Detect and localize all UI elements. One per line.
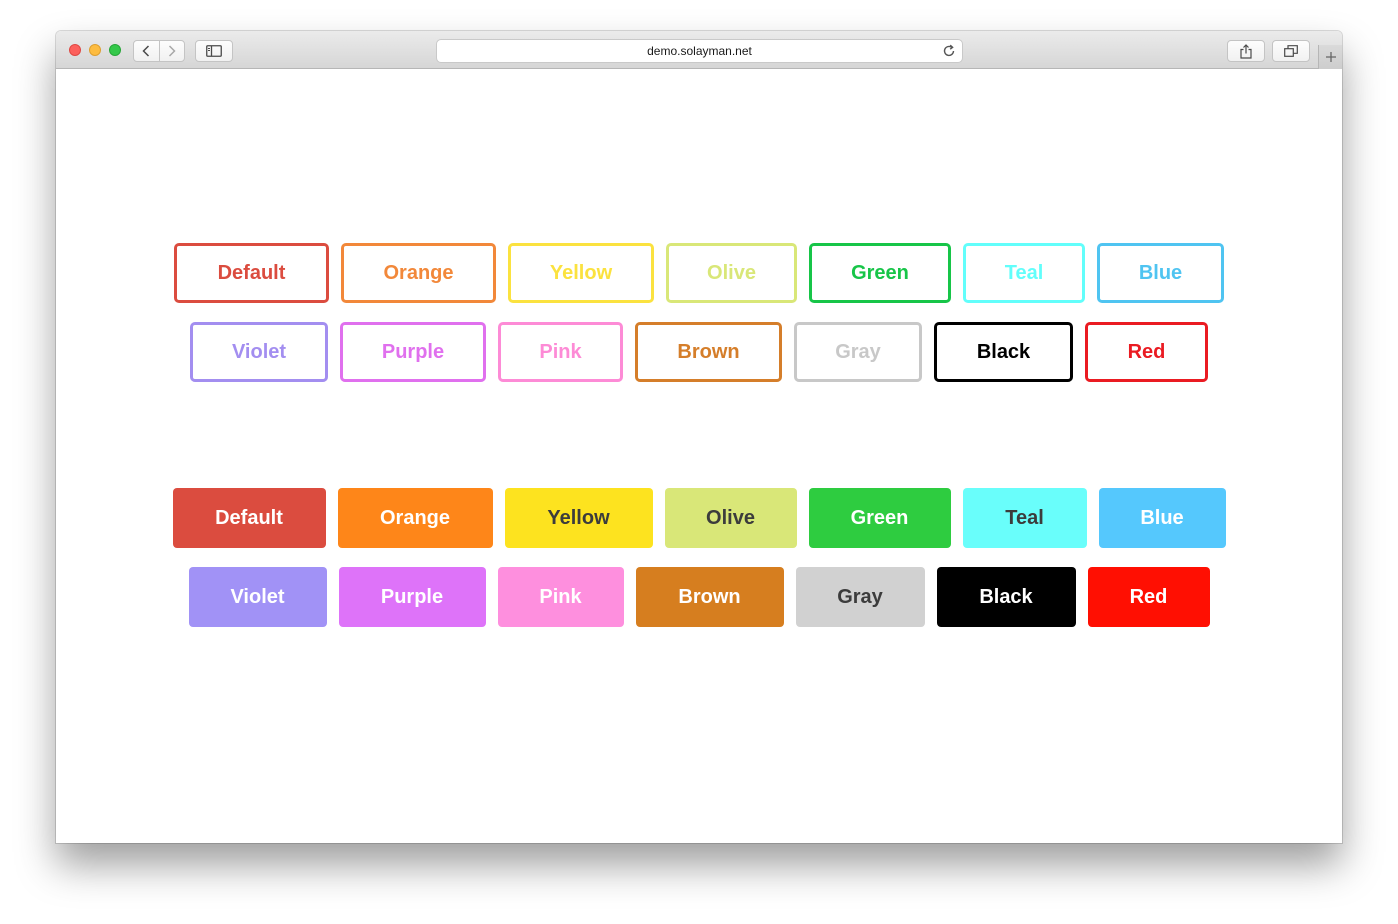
chevron-left-icon bbox=[142, 45, 150, 57]
filled-buttons-row-2: Violet Purple Pink Brown Gray Black Red bbox=[56, 567, 1342, 627]
outline-button-default[interactable]: Default bbox=[174, 243, 329, 303]
outline-button-orange[interactable]: Orange bbox=[341, 243, 496, 303]
outline-button-brown[interactable]: Brown bbox=[635, 322, 782, 382]
filled-buttons-row-1: Default Orange Yellow Olive Green Teal Blue bbox=[56, 488, 1342, 548]
outline-button-olive[interactable]: Olive bbox=[666, 243, 797, 303]
url-text: demo.solayman.net bbox=[647, 44, 752, 58]
filled-button-teal[interactable]: Teal bbox=[962, 488, 1087, 548]
filled-button-pink[interactable]: Pink bbox=[497, 567, 624, 627]
outline-buttons-row-1: Default Orange Yellow Olive Green Teal Blue bbox=[56, 243, 1342, 303]
browser-window: demo.solayman.net Default Orange Yellow Oli… bbox=[56, 31, 1342, 843]
filled-button-red[interactable]: Red bbox=[1087, 567, 1210, 627]
back-button[interactable] bbox=[134, 41, 159, 61]
filled-button-purple[interactable]: Purple bbox=[338, 567, 486, 627]
forward-button[interactable] bbox=[158, 41, 185, 61]
sidebar-toggle-button[interactable] bbox=[195, 40, 233, 62]
minimize-window-button[interactable] bbox=[89, 44, 101, 56]
address-bar[interactable]: demo.solayman.net bbox=[436, 39, 963, 63]
tabs-icon bbox=[1284, 45, 1298, 57]
outline-button-yellow[interactable]: Yellow bbox=[508, 243, 654, 303]
plus-icon bbox=[1325, 52, 1336, 62]
share-icon bbox=[1240, 43, 1252, 59]
filled-button-black[interactable]: Black bbox=[936, 567, 1076, 627]
zoom-window-button[interactable] bbox=[109, 44, 121, 56]
chevron-right-icon bbox=[168, 45, 176, 57]
filled-button-brown[interactable]: Brown bbox=[635, 567, 784, 627]
outline-button-teal[interactable]: Teal bbox=[963, 243, 1085, 303]
close-window-button[interactable] bbox=[69, 44, 81, 56]
reload-icon[interactable] bbox=[942, 44, 956, 58]
sidebar-icon bbox=[206, 45, 222, 57]
outline-buttons-row-2: Violet Purple Pink Brown Gray Black Red bbox=[56, 322, 1342, 382]
filled-button-blue[interactable]: Blue bbox=[1098, 488, 1226, 548]
outline-button-green[interactable]: Green bbox=[809, 243, 951, 303]
outline-button-gray[interactable]: Gray bbox=[794, 322, 922, 382]
outline-button-red[interactable]: Red bbox=[1085, 322, 1208, 382]
outline-button-black[interactable]: Black bbox=[934, 322, 1073, 382]
browser-toolbar: demo.solayman.net bbox=[56, 31, 1342, 69]
filled-button-orange[interactable]: Orange bbox=[337, 488, 493, 548]
filled-button-gray[interactable]: Gray bbox=[795, 567, 925, 627]
filled-button-olive[interactable]: Olive bbox=[664, 488, 797, 548]
outline-button-pink[interactable]: Pink bbox=[498, 322, 623, 382]
outline-button-violet[interactable]: Violet bbox=[190, 322, 328, 382]
outline-button-blue[interactable]: Blue bbox=[1097, 243, 1224, 303]
filled-button-yellow[interactable]: Yellow bbox=[504, 488, 653, 548]
navigation-buttons bbox=[133, 40, 185, 62]
tab-overview-button[interactable] bbox=[1272, 40, 1310, 62]
filled-button-violet[interactable]: Violet bbox=[188, 567, 327, 627]
outline-button-purple[interactable]: Purple bbox=[340, 322, 486, 382]
filled-button-default[interactable]: Default bbox=[172, 488, 326, 548]
share-button[interactable] bbox=[1227, 40, 1265, 62]
filled-button-green[interactable]: Green bbox=[808, 488, 951, 548]
page-content: Default Orange Yellow Olive Green Teal Blue Vi… bbox=[56, 69, 1342, 843]
new-tab-button[interactable] bbox=[1318, 45, 1342, 69]
